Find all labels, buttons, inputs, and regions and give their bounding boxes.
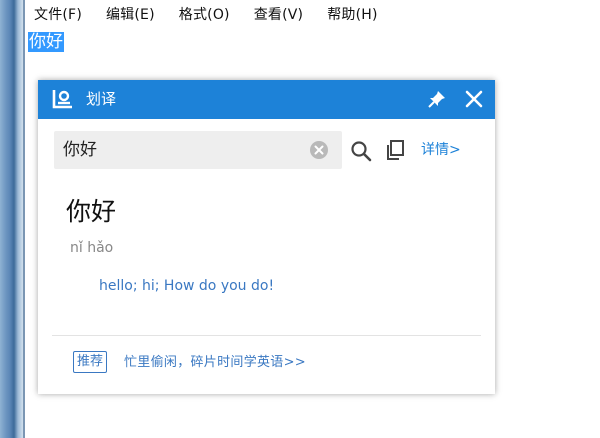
clear-icon[interactable] xyxy=(309,140,329,160)
menu-edit[interactable]: 编辑(E) xyxy=(106,4,155,24)
menu-view[interactable]: 查看(V) xyxy=(254,4,304,24)
translation-popup: 划译 你好 详情> 你好 nǐ hǎo hello; hi; How do yo… xyxy=(38,80,495,394)
popup-header: 划译 xyxy=(38,80,495,119)
menu-file[interactable]: 文件(F) xyxy=(34,4,82,24)
search-input[interactable]: 你好 xyxy=(54,131,342,169)
menubar: 文件(F) 编辑(E) 格式(O) 查看(V) 帮助(H) xyxy=(25,0,600,28)
search-input-value[interactable]: 你好 xyxy=(63,139,97,161)
menu-format[interactable]: 格式(O) xyxy=(179,4,230,24)
details-link[interactable]: 详情> xyxy=(421,141,461,159)
window-frame-left xyxy=(0,0,25,438)
pin-icon[interactable] xyxy=(427,89,447,109)
search-icon[interactable] xyxy=(350,140,372,162)
entry-word: 你好 xyxy=(66,197,117,226)
entry-pinyin: nǐ hǎo xyxy=(70,240,114,256)
promo-link[interactable]: 忙里偷闲，碎片时间学英语>> xyxy=(124,354,306,372)
selected-text[interactable]: 你好 xyxy=(28,32,64,52)
popup-title: 划译 xyxy=(86,90,117,108)
menu-help[interactable]: 帮助(H) xyxy=(327,4,377,24)
divider xyxy=(52,335,481,336)
entry-meaning: hello; hi; How do you do! xyxy=(99,278,275,294)
recommend-badge: 推荐 xyxy=(73,351,108,373)
close-icon[interactable] xyxy=(464,89,484,109)
copy-icon[interactable] xyxy=(384,139,406,161)
dictionary-logo-icon xyxy=(52,89,74,109)
